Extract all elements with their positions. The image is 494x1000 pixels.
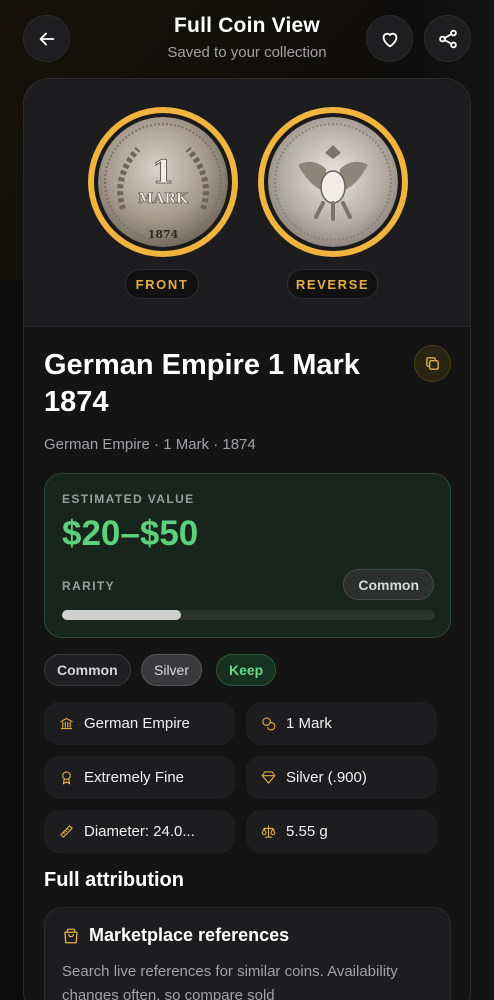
- tag-keep[interactable]: Keep: [216, 654, 277, 686]
- copy-button[interactable]: [414, 345, 451, 382]
- attribute-diameter-text: Diameter: 24.0...: [84, 823, 195, 840]
- marketplace-references-card[interactable]: Marketplace references Search live refer…: [44, 907, 451, 1000]
- attribute-issuer-text: German Empire: [84, 715, 190, 732]
- full-attribution-heading: Full attribution: [44, 869, 184, 891]
- rarity-caption: RARITY: [62, 579, 116, 593]
- shopping-bag-icon: [62, 927, 80, 945]
- rarity-bar: [62, 610, 435, 620]
- gem-icon: [261, 771, 276, 784]
- attribute-denomination: 1 Mark: [246, 702, 437, 745]
- share-button[interactable]: [424, 15, 471, 62]
- copy-icon: [426, 357, 439, 370]
- svg-text:MARK: MARK: [138, 191, 189, 207]
- tag-silver[interactable]: Silver: [141, 654, 203, 686]
- front-label[interactable]: FRONT: [125, 269, 199, 299]
- back-button[interactable]: [23, 15, 70, 62]
- svg-text:1: 1: [152, 153, 174, 191]
- arrow-left-icon: [39, 32, 54, 45]
- attribute-grade-text: Extremely Fine: [84, 769, 185, 786]
- reverse-label[interactable]: REVERSE: [287, 269, 378, 299]
- estimated-value-caption: ESTIMATED VALUE: [62, 492, 195, 506]
- attribute-composition: Silver (.900): [246, 756, 437, 799]
- ruler-icon: [60, 825, 73, 838]
- award-icon: [62, 771, 71, 785]
- rarity-badge: Common: [343, 569, 434, 600]
- favorite-button[interactable]: [366, 15, 413, 62]
- coin-images-panel: 1 MARK 1874 FRONT REVERSE: [24, 79, 470, 327]
- coin-reverse-image[interactable]: [258, 107, 408, 257]
- heart-icon: [382, 32, 397, 47]
- bank-icon: [60, 717, 73, 730]
- attribute-denomination-text: 1 Mark: [286, 715, 332, 732]
- attribute-weight: 5.55 g: [246, 810, 437, 853]
- coin-front-face: 1 MARK 1874: [98, 117, 228, 247]
- rarity-bar-fill: [62, 610, 182, 620]
- coin-title: German Empire 1 Mark 1874: [44, 349, 360, 418]
- scale-icon: [261, 825, 276, 838]
- coin-meta: German Empire · 1 Mark · 1874: [44, 436, 256, 453]
- svg-text:1874: 1874: [148, 228, 179, 241]
- estimated-value-panel: ESTIMATED VALUE $20–$50 RARITY Common: [44, 473, 451, 638]
- coins-icon: [262, 717, 276, 731]
- attribute-diameter: Diameter: 24.0...: [44, 810, 235, 853]
- marketplace-description: Search live references for similar coins…: [62, 963, 398, 1000]
- share-icon: [438, 29, 457, 48]
- attribute-issuer: German Empire: [44, 702, 235, 745]
- coin-front-image[interactable]: 1 MARK 1874: [88, 107, 238, 257]
- attribute-composition-text: Silver (.900): [286, 769, 367, 786]
- page-subtitle: Saved to your collection: [167, 44, 327, 61]
- marketplace-title: Marketplace references: [89, 925, 290, 945]
- coin-reverse-face: [268, 117, 398, 247]
- page-title: Full Coin View: [174, 14, 320, 37]
- coin-detail-card: 1 MARK 1874 FRONT REVERSE German Empire …: [23, 78, 471, 1000]
- attribute-grade: Extremely Fine: [44, 756, 235, 799]
- header-title-group: Full Coin View Saved to your collection: [100, 14, 394, 61]
- estimated-value-amount: $20–$50: [62, 514, 199, 553]
- tag-common[interactable]: Common: [44, 654, 131, 686]
- attribute-weight-text: 5.55 g: [286, 823, 328, 840]
